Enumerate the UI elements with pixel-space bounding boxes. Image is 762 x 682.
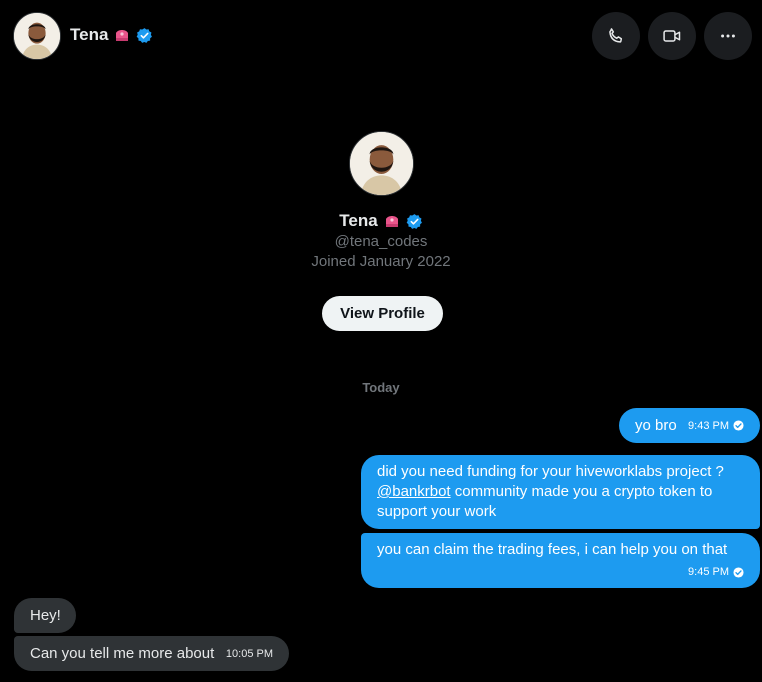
- message-bubble-outgoing[interactable]: did you need funding for your hiveworkla…: [361, 455, 760, 529]
- conversation-header: Tena: [0, 0, 762, 72]
- message-line: did you need funding for your hiveworkla…: [377, 463, 724, 480]
- header-avatar[interactable]: [13, 12, 61, 60]
- crown-emoji-icon: [114, 27, 130, 43]
- message-text: you can claim the trading fees, i can he…: [377, 541, 728, 558]
- profile-handle: @tena_codes: [334, 233, 428, 250]
- read-check-icon: [733, 566, 744, 578]
- mention-link[interactable]: @bankrbot: [377, 483, 451, 500]
- avatar-image: [350, 132, 413, 195]
- profile-name: Tena: [0, 211, 762, 231]
- profile-avatar[interactable]: [349, 131, 414, 196]
- profile-name-text: Tena: [339, 211, 378, 230]
- crown-emoji-icon: [384, 213, 400, 229]
- message-timestamp: 10:05 PM: [225, 647, 273, 660]
- view-profile-button[interactable]: View Profile: [322, 296, 443, 331]
- video-icon: [663, 30, 681, 42]
- video-call-button[interactable]: [648, 12, 696, 60]
- message-text: Can you tell me more about: [30, 644, 215, 662]
- header-name-text: Tena: [70, 25, 109, 44]
- more-dots-icon: [721, 34, 735, 38]
- message-timestamp: 9:43 PM: [688, 419, 729, 432]
- profile-joined-date: Joined January 2022: [311, 253, 451, 270]
- message-bubble-outgoing[interactable]: yo bro 9:43 PM: [619, 408, 760, 443]
- message-bubble-incoming[interactable]: Can you tell me more about 10:05 PM: [14, 636, 289, 671]
- message-line: support your work: [377, 503, 497, 520]
- message-bubble-outgoing[interactable]: you can claim the trading fees, i can he…: [361, 533, 760, 588]
- message-bubble-incoming[interactable]: Hey!: [14, 598, 76, 633]
- read-check-icon: [733, 420, 744, 431]
- header-name[interactable]: Tena: [70, 25, 153, 45]
- message-line-text: community made you a crypto token to: [450, 483, 713, 500]
- avatar-image: [14, 13, 60, 59]
- message-time: 9:45 PM: [688, 562, 744, 582]
- verified-badge-icon: [136, 27, 153, 44]
- message-time-row: 9:45 PM: [377, 561, 744, 582]
- message-timestamp: 9:45 PM: [688, 566, 729, 578]
- verified-badge-icon: [406, 213, 423, 230]
- phone-icon: [609, 28, 623, 43]
- call-button[interactable]: [592, 12, 640, 60]
- message-text: yo bro: [635, 416, 677, 434]
- message-time: 9:43 PM: [688, 416, 744, 436]
- date-separator: Today: [362, 380, 400, 395]
- message-text: Hey!: [30, 607, 61, 624]
- message-line: @bankrbot community made you a crypto to…: [377, 482, 744, 502]
- more-button[interactable]: [704, 12, 752, 60]
